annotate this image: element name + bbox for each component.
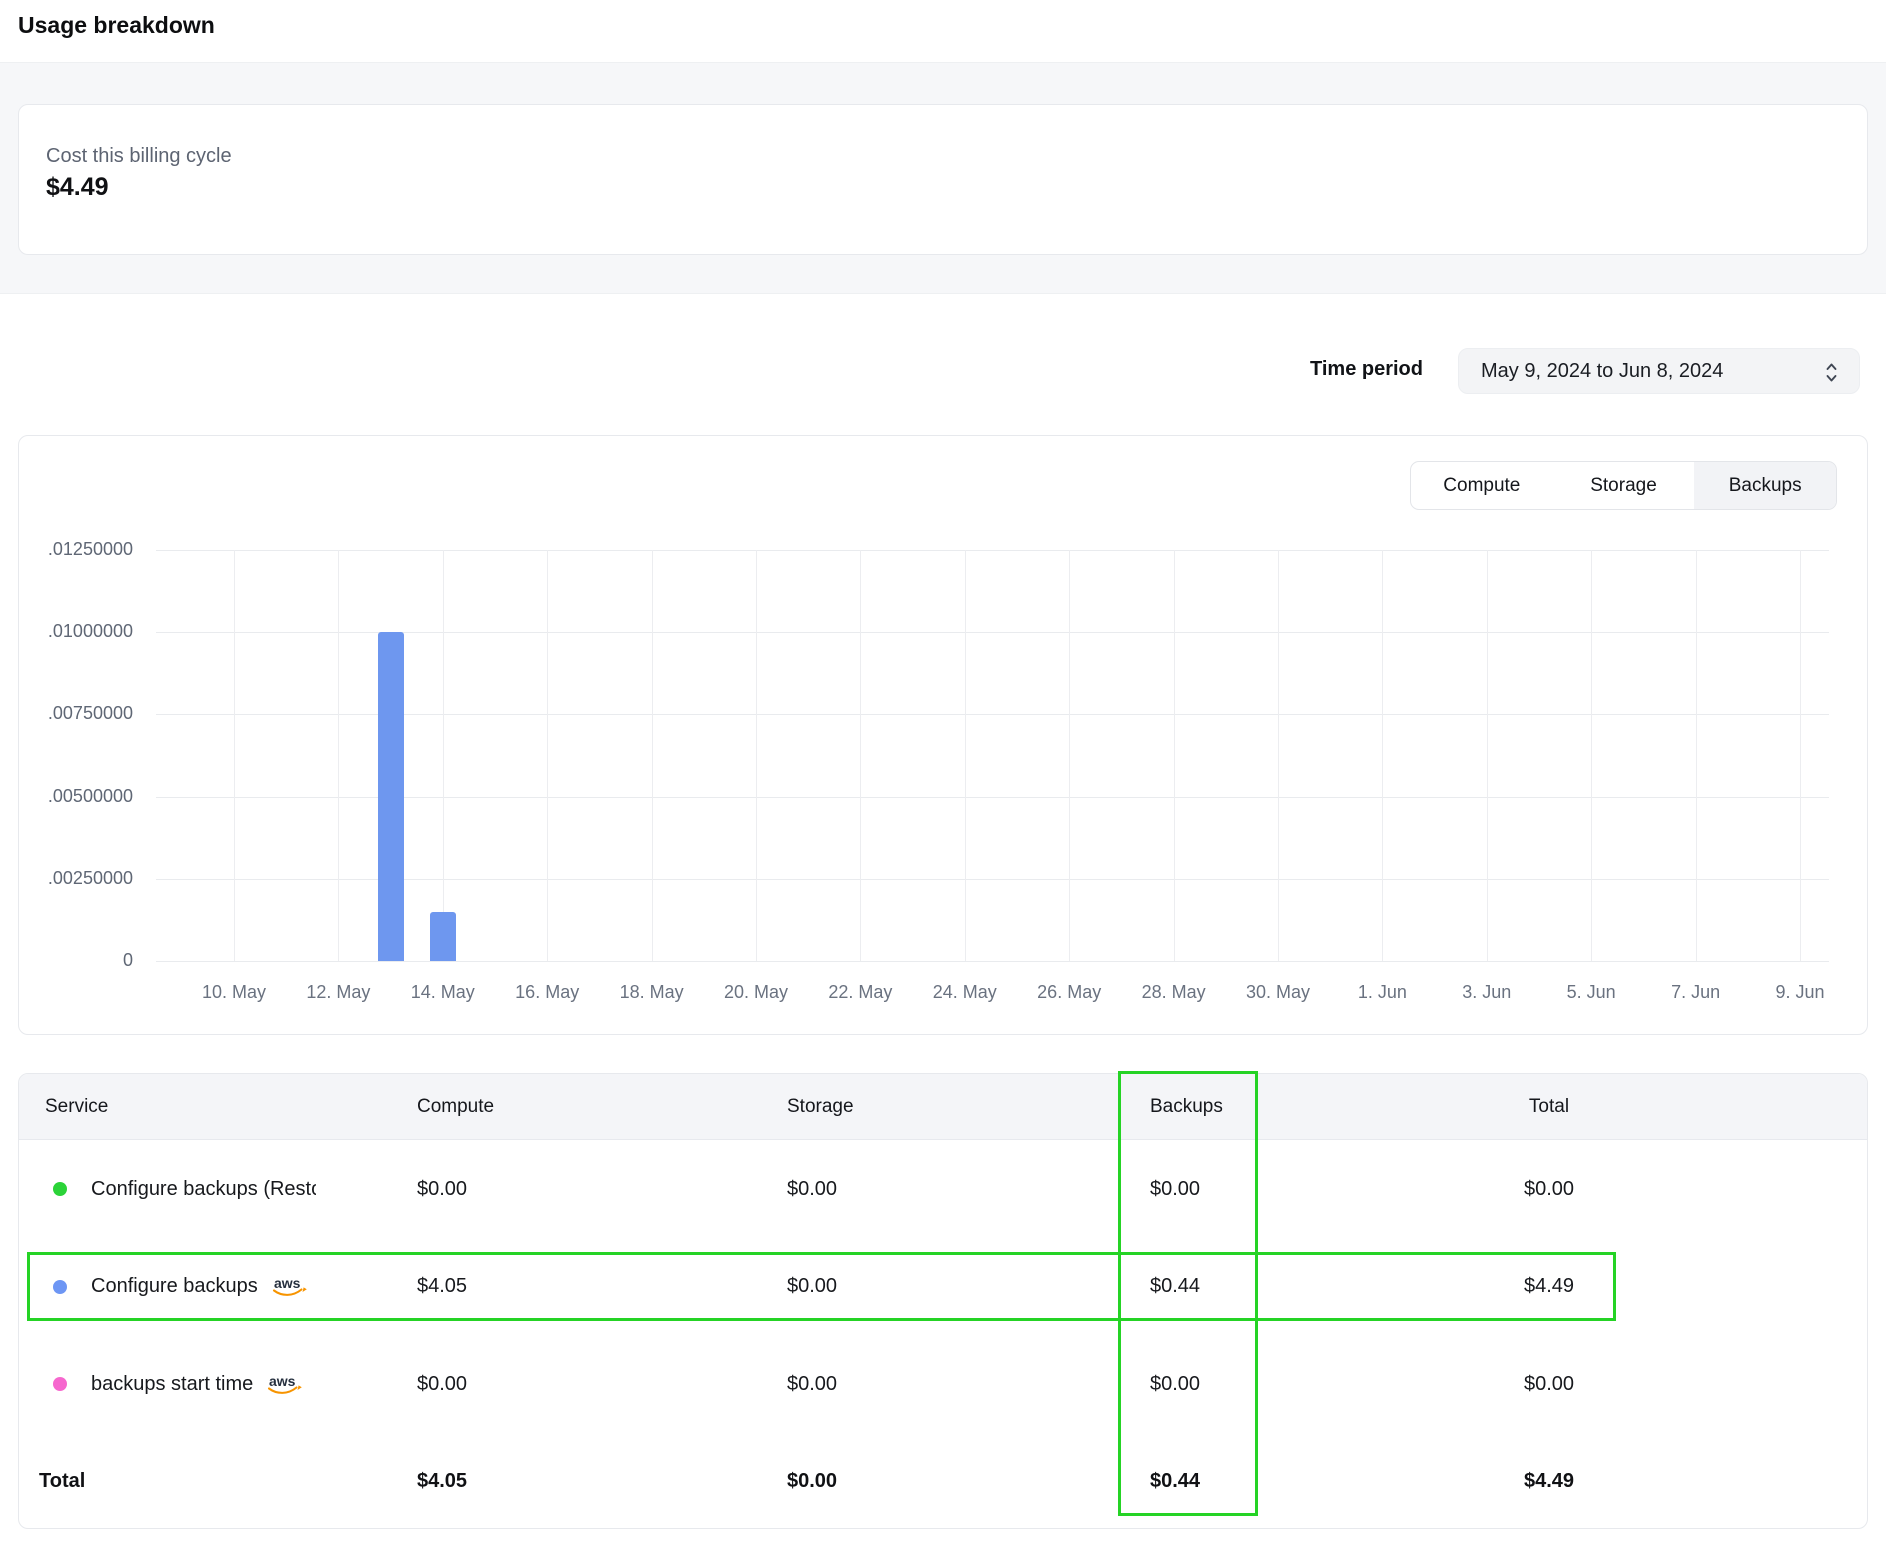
service-name: Configure backups	[91, 1275, 258, 1298]
time-period-value: May 9, 2024 to Jun 8, 2024	[1481, 360, 1723, 383]
time-period-select[interactable]: May 9, 2024 to Jun 8, 2024	[1458, 348, 1860, 394]
column-header-storage: Storage	[771, 1096, 1134, 1118]
x-axis-tick-label: 30. May	[1223, 982, 1333, 1003]
table-row: backups start time aws $0.00 $0.00 $0.00…	[19, 1335, 1867, 1433]
summary-section: Cost this billing cycle $4.49	[0, 62, 1886, 294]
usage-table-card: ServiceComputeStorageBackupsTotal Config…	[18, 1073, 1868, 1529]
cost-summary-label: Cost this billing cycle	[46, 145, 232, 168]
gridline-x	[1591, 550, 1592, 961]
aws-logo-icon: aws	[265, 1373, 302, 1396]
gridline-x	[756, 550, 757, 961]
service-color-dot	[53, 1377, 67, 1391]
gridline-x	[443, 550, 444, 961]
time-period-label: Time period	[1290, 358, 1423, 381]
gridline-x	[965, 550, 966, 961]
gridline-x	[1800, 550, 1801, 961]
cost-summary-value: $4.49	[46, 173, 109, 202]
chart-bar-13-May[interactable]	[378, 632, 404, 961]
usage-chart-card: ComputeStorageBackups 0.00250000.0050000…	[18, 435, 1868, 1035]
backups-usage-chart: 0 .00250000 .00500000 .00750000 .01000000 .01…	[19, 436, 1867, 1034]
gridline-y	[156, 714, 1829, 715]
service-color-dot	[53, 1280, 67, 1294]
service-color-dot	[53, 1182, 67, 1196]
updown-chevron-icon	[1824, 361, 1839, 384]
storage-value: $0.00	[771, 1373, 1134, 1396]
x-axis-tick-label: 26. May	[1014, 982, 1124, 1003]
gridline-y	[156, 797, 1829, 798]
y-axis-tick-label: .00500000	[19, 786, 133, 807]
total-row-label: Total	[19, 1470, 401, 1493]
x-axis-tick-label: 24. May	[910, 982, 1020, 1003]
total-value: $0.00	[1311, 1178, 1787, 1201]
gridline-x	[1696, 550, 1697, 961]
page-title: Usage breakdown	[18, 12, 215, 39]
x-axis-tick-label: 18. May	[597, 982, 707, 1003]
gridline-x	[547, 550, 548, 961]
column-header-backups: Backups	[1134, 1096, 1311, 1118]
y-axis-tick-label: .00250000	[19, 868, 133, 889]
y-axis-tick-label: .00750000	[19, 703, 133, 724]
x-axis-tick-label: 16. May	[492, 982, 602, 1003]
backups-value: $0.00	[1134, 1178, 1311, 1201]
x-axis-tick-label: 3. Jun	[1432, 982, 1542, 1003]
total-compute-value: $4.05	[401, 1470, 771, 1493]
gridline-x	[234, 550, 235, 961]
gridline-x	[860, 550, 861, 961]
storage-value: $0.00	[771, 1275, 1134, 1298]
aws-logo-icon: aws	[270, 1275, 307, 1298]
x-axis-tick-label: 28. May	[1119, 982, 1229, 1003]
column-header-total: Total	[1311, 1096, 1787, 1118]
gridline-y	[156, 632, 1829, 633]
cost-summary-card: Cost this billing cycle $4.49	[18, 104, 1868, 255]
column-header-compute: Compute	[401, 1096, 771, 1118]
total-total-value: $4.49	[1311, 1470, 1787, 1493]
service-name: backups start time	[91, 1373, 253, 1396]
usage-table-total-row: Total $4.05 $0.00 $0.44 $4.49	[19, 1433, 1867, 1529]
gridline-y	[156, 879, 1829, 880]
x-axis-tick-label: 10. May	[179, 982, 289, 1003]
x-axis-tick-label: 14. May	[388, 982, 498, 1003]
backups-value: $0.00	[1134, 1373, 1311, 1396]
svg-text:aws: aws	[269, 1373, 296, 1389]
x-axis-tick-label: 9. Jun	[1745, 982, 1855, 1003]
y-axis-tick-label: .01250000	[19, 539, 133, 560]
gridline-x	[1487, 550, 1488, 961]
y-axis-tick-label: .01000000	[19, 621, 133, 642]
usage-table-header: ServiceComputeStorageBackupsTotal	[19, 1074, 1867, 1140]
compute-value: $0.00	[401, 1373, 771, 1396]
gridline-x	[1174, 550, 1175, 961]
x-axis-tick-label: 12. May	[283, 982, 393, 1003]
service-name: Configure backups (Resto	[91, 1178, 316, 1201]
gridline-x	[1278, 550, 1279, 961]
gridline-x	[1382, 550, 1383, 961]
storage-value: $0.00	[771, 1178, 1134, 1201]
x-axis-tick-label: 7. Jun	[1641, 982, 1751, 1003]
gridline-x	[652, 550, 653, 961]
table-row: Configure backups (Resto $0.00 $0.00 $0.…	[19, 1140, 1867, 1238]
x-axis-tick-label: 20. May	[701, 982, 811, 1003]
total-value: $0.00	[1311, 1373, 1787, 1396]
total-storage-value: $0.00	[771, 1470, 1134, 1493]
gridline-y	[156, 550, 1829, 551]
svg-text:aws: aws	[274, 1275, 301, 1291]
chart-bar-14-May[interactable]	[430, 912, 456, 961]
x-axis-tick-label: 5. Jun	[1536, 982, 1646, 1003]
table-row: Configure backups aws $4.05 $0.00 $0.44 …	[19, 1238, 1867, 1335]
x-axis-tick-label: 1. Jun	[1327, 982, 1437, 1003]
gridline-y	[156, 961, 1829, 962]
total-backups-value: $0.44	[1134, 1470, 1311, 1493]
column-header-service: Service	[19, 1096, 401, 1118]
backups-value: $0.44	[1134, 1275, 1311, 1298]
gridline-x	[338, 550, 339, 961]
gridline-x	[1069, 550, 1070, 961]
x-axis-tick-label: 22. May	[805, 982, 915, 1003]
compute-value: $4.05	[401, 1275, 771, 1298]
y-axis-tick-label: 0	[19, 950, 133, 971]
total-value: $4.49	[1311, 1275, 1787, 1298]
compute-value: $0.00	[401, 1178, 771, 1201]
